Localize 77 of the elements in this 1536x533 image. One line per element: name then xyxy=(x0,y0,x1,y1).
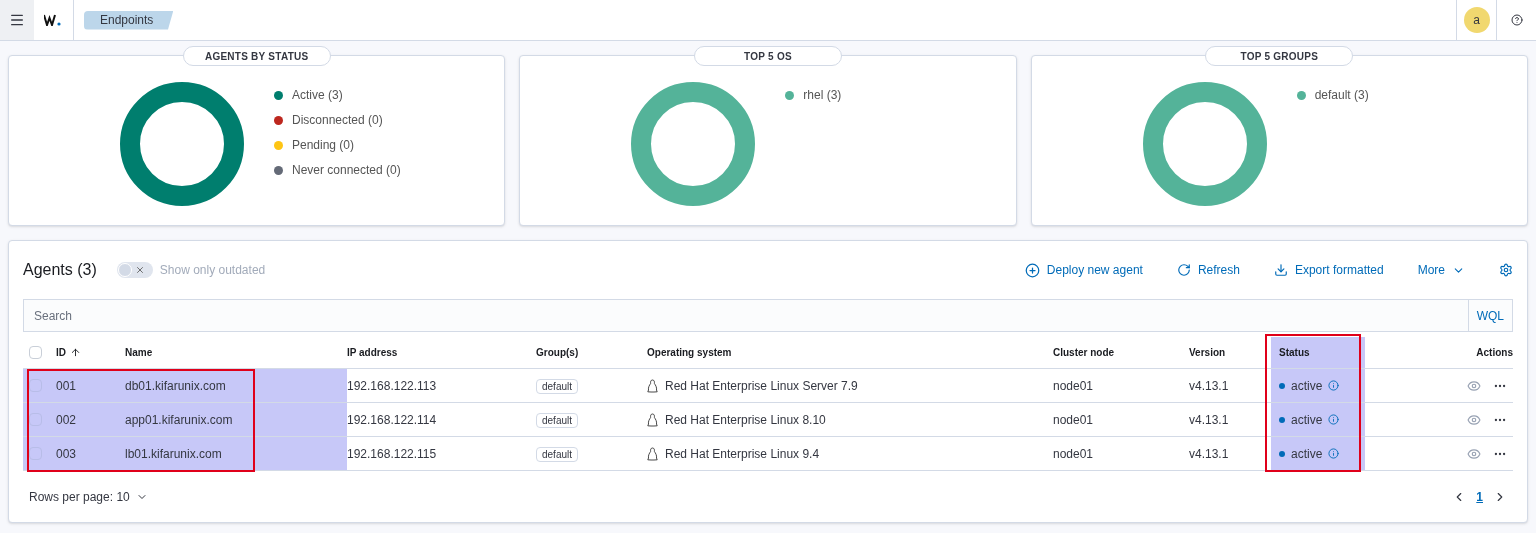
add-icon xyxy=(1024,262,1040,278)
table-cell: 001 xyxy=(53,369,125,402)
table-cell: lb01.kifarunix.com xyxy=(125,437,347,470)
toggle-label: Show only outdated xyxy=(159,262,266,279)
table-cell: db01.kifarunix.com xyxy=(125,369,347,402)
column-header[interactable]: Name xyxy=(125,345,347,360)
view-icon[interactable] xyxy=(1467,412,1481,427)
table-cell-text: node01 xyxy=(1053,445,1095,463)
legend-label: Disconnected (0) xyxy=(292,112,383,129)
card-title: AGENTS BY STATUS xyxy=(182,46,331,66)
info-icon[interactable] xyxy=(1328,448,1340,459)
column-header[interactable]: Group(s) xyxy=(536,345,647,360)
table-cell-text: v4.13.1 xyxy=(1189,411,1230,429)
column-header: Actions xyxy=(1475,346,1513,360)
group-tag[interactable]: default xyxy=(536,446,579,462)
column-header[interactable]: IP address xyxy=(347,345,536,360)
help-icon[interactable] xyxy=(1510,14,1523,26)
status-text: active xyxy=(1291,411,1323,429)
table-cell-text: 192.168.122.113 xyxy=(347,377,438,395)
search-field[interactable]: Search WQL xyxy=(23,299,1513,332)
table-cell-text: Red Hat Enterprise Linux 8.10 xyxy=(665,411,826,429)
table-cell-text: v4.13.1 xyxy=(1189,445,1230,463)
settings-icon[interactable] xyxy=(1499,263,1513,277)
breadcrumb[interactable]: Endpoints xyxy=(84,10,174,30)
column-header[interactable]: Version xyxy=(1189,345,1271,360)
status-text: active xyxy=(1291,377,1323,395)
toolbar-button[interactable]: Refresh xyxy=(1176,261,1240,279)
refresh-icon xyxy=(1176,263,1191,277)
table-cell-text: Red Hat Enterprise Linux Server 7.9 xyxy=(665,377,858,395)
status-text: active xyxy=(1291,445,1323,463)
column-header[interactable]: Cluster node xyxy=(1053,345,1189,360)
toolbar-button[interactable]: Deploy new agent xyxy=(1024,261,1143,279)
legend-label: rhel (3) xyxy=(803,87,842,104)
close-icon xyxy=(134,265,145,275)
toolbar-button[interactable]: Export formatted xyxy=(1273,261,1384,279)
group-tag[interactable]: default xyxy=(536,378,579,394)
legend-label: default (3) xyxy=(1314,87,1369,104)
column-header[interactable]: Operating system xyxy=(647,345,1053,360)
legend-label: Active (3) xyxy=(292,87,343,104)
table-cell: 002 xyxy=(53,403,125,436)
menu-icon xyxy=(9,12,25,28)
table-cell-text: 192.168.122.114 xyxy=(347,411,438,429)
legend-label: Never connected (0) xyxy=(292,162,401,179)
column-header[interactable]: ID xyxy=(56,345,66,360)
info-icon[interactable] xyxy=(1328,414,1340,425)
query-language-button[interactable]: WQL xyxy=(1467,300,1512,331)
menu-button[interactable] xyxy=(0,0,34,40)
download-icon xyxy=(1273,263,1288,277)
table-cell: 003 xyxy=(53,437,125,470)
row-checkbox[interactable] xyxy=(29,379,42,392)
user-avatar[interactable]: a xyxy=(1463,7,1490,33)
view-icon[interactable] xyxy=(1467,446,1481,461)
table-cell-text: node01 xyxy=(1053,411,1095,429)
page-button[interactable]: 1 xyxy=(1476,488,1483,506)
penguin-icon xyxy=(647,412,658,427)
view-icon[interactable] xyxy=(1467,378,1481,393)
column-header[interactable]: Status xyxy=(1271,337,1365,368)
table-cell-text: 192.168.122.115 xyxy=(347,445,438,463)
table-cell-text: v4.13.1 xyxy=(1189,377,1230,395)
sort-arrow-icon[interactable] xyxy=(70,347,81,358)
card-title: TOP 5 GROUPS xyxy=(1205,46,1354,66)
penguin-icon xyxy=(647,378,658,393)
select-all-checkbox[interactable] xyxy=(29,346,42,359)
table-cell-text: node01 xyxy=(1053,377,1095,395)
toolbar-button[interactable]: More xyxy=(1417,261,1465,279)
info-icon[interactable] xyxy=(1328,380,1340,391)
penguin-icon xyxy=(647,446,658,461)
panel-title: Agents (3) xyxy=(23,260,97,280)
row-checkbox[interactable] xyxy=(29,447,42,460)
legend-label: Pending (0) xyxy=(292,137,355,154)
row-checkbox[interactable] xyxy=(29,413,42,426)
group-tag[interactable]: default xyxy=(536,412,579,428)
table-cell: app01.kifarunix.com xyxy=(125,403,347,436)
card-title: TOP 5 OS xyxy=(694,46,842,66)
table-cell-text: Red Hat Enterprise Linux 9.4 xyxy=(665,445,820,463)
rows-per-page-button[interactable]: Rows per page: 10 xyxy=(29,488,148,506)
outdated-toggle[interactable] xyxy=(116,262,153,278)
